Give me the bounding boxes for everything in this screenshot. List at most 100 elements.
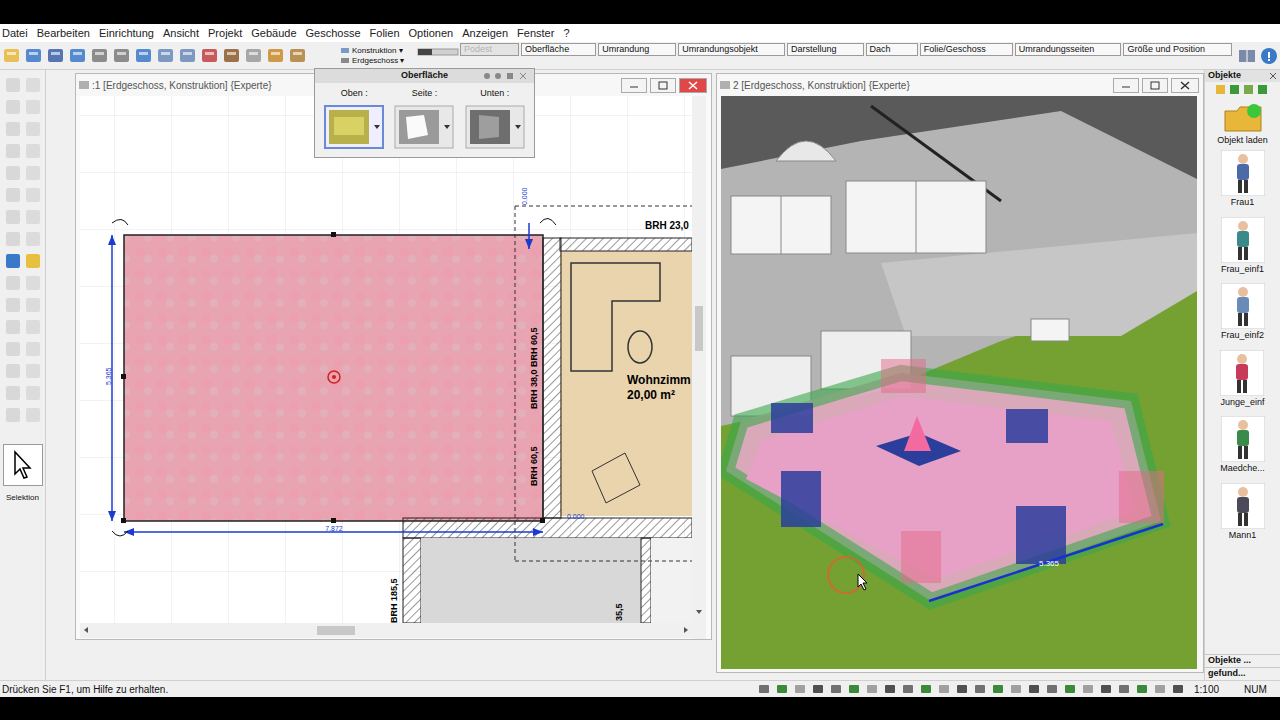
surface-option[interactable]: Unten : bbox=[465, 87, 525, 149]
menu-item[interactable]: Anzeigen bbox=[462, 28, 508, 39]
object-item[interactable]: Junge_einf bbox=[1220, 350, 1264, 410]
tool-icon[interactable] bbox=[24, 186, 42, 204]
selection-tool[interactable] bbox=[3, 444, 43, 486]
close-icon[interactable] bbox=[1171, 78, 1199, 93]
object-tool-icon[interactable] bbox=[1243, 84, 1254, 95]
menu-item[interactable]: Ansicht bbox=[163, 28, 199, 39]
menu-item[interactable]: Projekt bbox=[208, 28, 242, 39]
surface-option[interactable]: Oben : bbox=[324, 87, 384, 149]
tool-icon[interactable] bbox=[244, 46, 263, 65]
tool-icon[interactable] bbox=[4, 208, 22, 226]
horizontal-scrollbar[interactable] bbox=[80, 623, 692, 638]
object-tool-icon[interactable] bbox=[1215, 84, 1226, 95]
menu-item[interactable]: Folien bbox=[370, 28, 400, 39]
tool-icon[interactable] bbox=[4, 384, 22, 402]
status-icon[interactable] bbox=[1082, 683, 1094, 695]
slider-icon[interactable] bbox=[416, 46, 460, 66]
status-icon[interactable] bbox=[1118, 683, 1130, 695]
tool-icon[interactable] bbox=[68, 46, 87, 65]
view-mode-dropdown[interactable]: Konstruktion ▾ bbox=[340, 46, 416, 56]
tool-icon[interactable] bbox=[4, 120, 22, 138]
close-icon[interactable] bbox=[1269, 72, 1277, 80]
objects-footer-tab[interactable]: Objekte ... bbox=[1205, 654, 1280, 667]
maximize-icon[interactable] bbox=[650, 78, 676, 93]
close-icon[interactable] bbox=[679, 78, 707, 93]
object-item[interactable]: Frau1 bbox=[1221, 150, 1265, 210]
object-item[interactable]: Frau_einf2 bbox=[1221, 283, 1265, 343]
tool-icon[interactable] bbox=[156, 46, 175, 65]
toolbar-tab[interactable]: Umrandungsobjekt bbox=[678, 43, 785, 56]
tool-icon[interactable] bbox=[4, 318, 22, 336]
help-icon[interactable] bbox=[1258, 46, 1280, 66]
tool-icon[interactable] bbox=[4, 76, 22, 94]
surface-panel[interactable]: OberflächeOben :Seite :Unten : bbox=[314, 68, 535, 158]
status-icon[interactable] bbox=[902, 683, 914, 695]
tool-icon[interactable] bbox=[4, 340, 22, 358]
tool-icon[interactable] bbox=[4, 252, 22, 270]
tool-icon[interactable] bbox=[4, 406, 22, 424]
texture-swatch-icon[interactable] bbox=[324, 105, 384, 149]
tool-icon[interactable] bbox=[24, 252, 42, 270]
tool-icon[interactable] bbox=[4, 186, 22, 204]
tool-icon[interactable] bbox=[4, 274, 22, 292]
status-icon[interactable] bbox=[794, 683, 806, 695]
status-icon[interactable] bbox=[1100, 683, 1112, 695]
menu-item[interactable]: Datei bbox=[2, 28, 28, 39]
toolbar-tab[interactable]: Größe und Position bbox=[1123, 43, 1232, 56]
floor-plan-canvas[interactable]: BRH 23,0Wohnzimm20,00 m²BRH 38,0 BRH 60,… bbox=[80, 96, 692, 623]
surface-option[interactable]: Seite : bbox=[394, 87, 454, 149]
tool-icon[interactable] bbox=[178, 46, 197, 65]
object-tool-icon[interactable] bbox=[1229, 84, 1240, 95]
minimize-icon[interactable] bbox=[621, 78, 647, 93]
toolbar-tab[interactable]: Folie/Geschoss bbox=[920, 43, 1013, 56]
tool-icon[interactable] bbox=[24, 142, 42, 160]
tool-icon[interactable] bbox=[4, 230, 22, 248]
tool-icon[interactable] bbox=[4, 296, 22, 314]
status-icon[interactable] bbox=[956, 683, 968, 695]
status-icon[interactable] bbox=[1010, 683, 1022, 695]
tool-icon[interactable] bbox=[24, 384, 42, 402]
menu-item[interactable]: Optionen bbox=[409, 28, 454, 39]
book-icon[interactable] bbox=[1236, 46, 1258, 66]
load-object-button[interactable]: Objekt laden bbox=[1213, 101, 1273, 146]
tool-icon[interactable] bbox=[24, 208, 42, 226]
plan-window[interactable]: :1 [Erdgeschoss, Konstruktion] {Experte}… bbox=[75, 73, 712, 640]
toolbar-tab[interactable]: Umrandungsseiten bbox=[1015, 43, 1122, 56]
status-icon[interactable] bbox=[974, 683, 986, 695]
tool-icon[interactable] bbox=[46, 46, 65, 65]
panel-controls-icon[interactable] bbox=[482, 71, 532, 81]
tool-icon[interactable] bbox=[222, 46, 241, 65]
tool-icon[interactable] bbox=[4, 362, 22, 380]
tool-icon[interactable] bbox=[24, 230, 42, 248]
objects-footer-tab[interactable]: gefund... bbox=[1205, 667, 1280, 680]
window-title-bar[interactable]: 2 [Erdgeschoss, Konstruktion] {Experte} bbox=[717, 74, 1203, 96]
tool-icon[interactable] bbox=[200, 46, 219, 65]
menu-item[interactable]: Geschosse bbox=[306, 28, 361, 39]
menu-item[interactable]: Bearbeiten bbox=[37, 28, 90, 39]
maximize-icon[interactable] bbox=[1142, 78, 1168, 93]
tool-icon[interactable] bbox=[134, 46, 153, 65]
tool-icon[interactable] bbox=[24, 164, 42, 182]
tool-icon[interactable] bbox=[24, 46, 43, 65]
status-icon[interactable] bbox=[830, 683, 842, 695]
tool-icon[interactable] bbox=[4, 164, 22, 182]
tool-icon[interactable] bbox=[24, 274, 42, 292]
toolbar-tab[interactable]: Umrandung bbox=[598, 43, 676, 56]
tool-icon[interactable] bbox=[24, 318, 42, 336]
tool-icon[interactable] bbox=[24, 406, 42, 424]
status-icon[interactable] bbox=[992, 683, 1004, 695]
toolbar-tab[interactable]: Dach bbox=[866, 43, 918, 56]
tool-icon[interactable] bbox=[90, 46, 109, 65]
view3d-window[interactable]: 2 [Erdgeschoss, Konstruktion] {Experte}5… bbox=[716, 73, 1204, 673]
menu-item[interactable]: ? bbox=[563, 28, 569, 39]
object-tool-icon[interactable] bbox=[1257, 84, 1268, 95]
menu-item[interactable]: Fenster bbox=[517, 28, 554, 39]
status-icon[interactable] bbox=[866, 683, 878, 695]
tool-icon[interactable] bbox=[112, 46, 131, 65]
object-item[interactable]: Maedche... bbox=[1220, 416, 1265, 476]
status-icon[interactable] bbox=[848, 683, 860, 695]
object-item[interactable]: Frau_einf1 bbox=[1221, 217, 1265, 277]
status-icon[interactable] bbox=[1046, 683, 1058, 695]
status-icon[interactable] bbox=[1028, 683, 1040, 695]
tool-icon[interactable] bbox=[24, 340, 42, 358]
